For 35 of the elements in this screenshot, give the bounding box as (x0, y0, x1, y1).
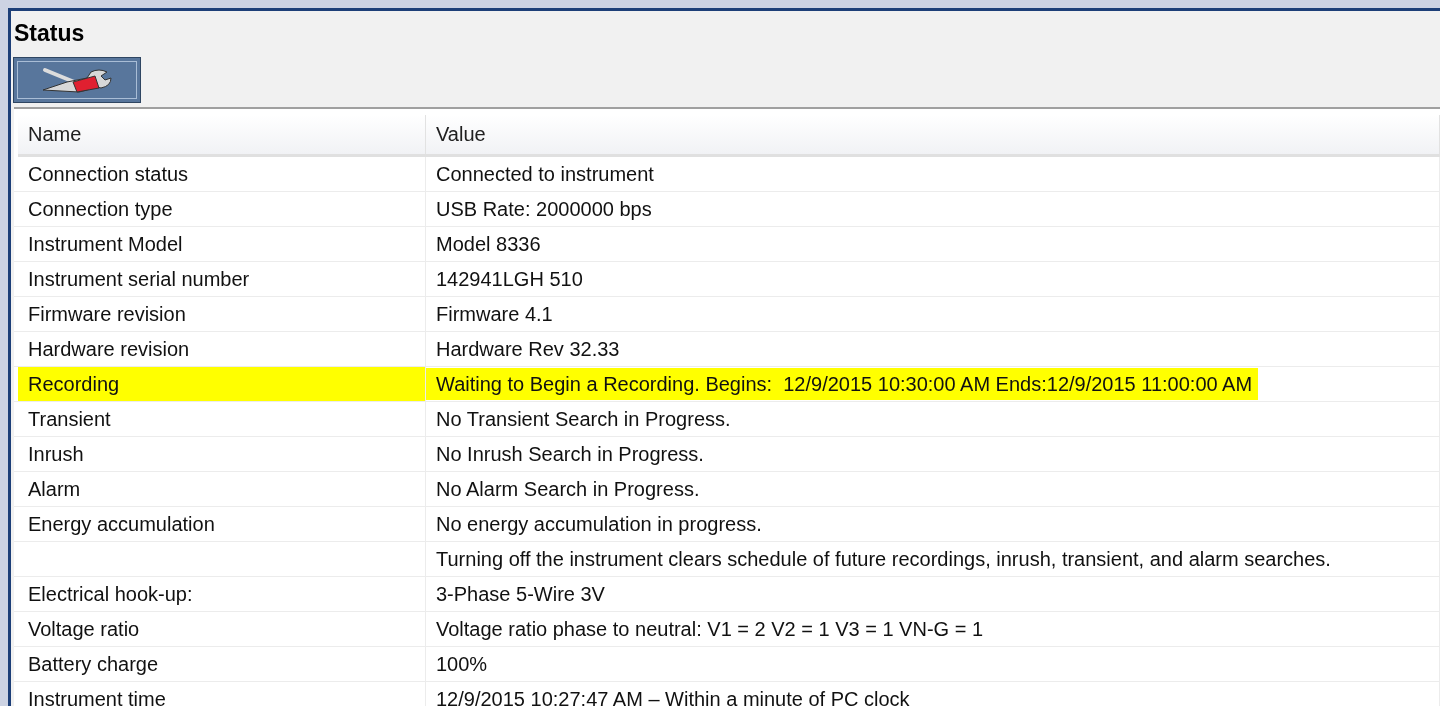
name-cell: Connection status (28, 162, 189, 186)
name-cell: Transient (28, 407, 111, 431)
value-cell-text: USB Rate: 2000000 bps (436, 196, 652, 222)
name-cell: Energy accumulation (28, 512, 215, 536)
value-cell-text: 12/9/2015 10:27:47 AM – Within a minute of PC clock (436, 686, 910, 706)
value-cell: Waiting to Begin a Recording. Begins: 12/9/2015 10:30:00 AM Ends:12/9/2015 11:00:00 AM (426, 368, 1259, 400)
value-cell-text: Voltage ratio phase to neutral: V1 = 2 V2 = 1 V3 = 1 VN-G = 1 (436, 616, 984, 642)
column-header[interactable]: Name (18, 115, 426, 154)
value-cell-text: No energy accumulation in progress. (436, 511, 762, 537)
value-cell-text: Connected to instrument (436, 161, 654, 187)
name-cell: Inrush (28, 442, 84, 466)
value-cell-text: Hardware Rev 32.33 (436, 336, 620, 362)
name-cell: Instrument serial number (28, 267, 250, 291)
panel-title: Status (13, 19, 86, 47)
column-header[interactable]: Value (426, 115, 1440, 154)
name-cell: Instrument time (28, 687, 166, 706)
value-cell-text: Turning off the instrument clears schedule of future recordings, inrush, transient, and alarm searches. (436, 546, 1331, 572)
value-cell-text: No Alarm Search in Progress. (436, 476, 700, 502)
name-cell: Alarm (28, 477, 81, 501)
name-cell: Connection type (28, 197, 173, 221)
value-cell-text: Model 8336 (436, 231, 541, 257)
name-cell: Hardware revision (28, 337, 190, 361)
name-cell: Electrical hook-up: (28, 582, 193, 606)
name-cell: Voltage ratio (28, 617, 140, 641)
name-cell: Recording (28, 372, 120, 396)
value-cell-text: 100% (436, 651, 488, 677)
value-cell-text: No Inrush Search in Progress. (436, 441, 704, 467)
name-cell: Instrument Model (28, 232, 183, 256)
value-cell-text: 142941LGH 510 (436, 266, 583, 292)
value-cell-text: 3-Phase 5-Wire 3V (436, 581, 605, 607)
value-cell-text: No Transient Search in Progress. (436, 406, 731, 432)
tools-button[interactable] (13, 57, 141, 103)
name-cell: Battery charge (28, 652, 159, 676)
name-cell: Firmware revision (28, 302, 186, 326)
value-cell-text: Firmware 4.1 (436, 301, 553, 327)
